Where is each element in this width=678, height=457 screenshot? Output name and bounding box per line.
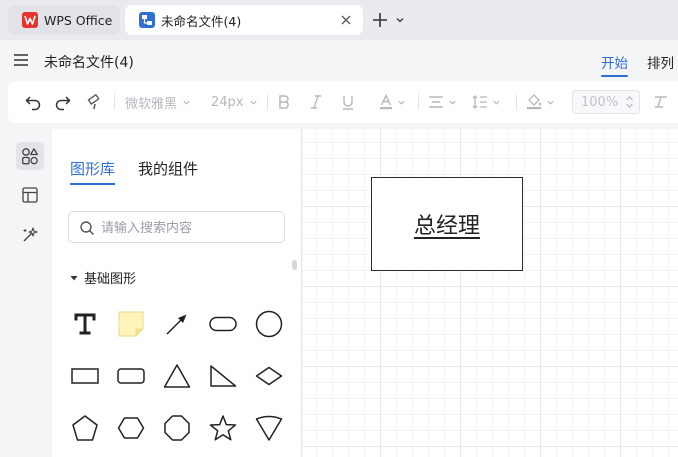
underline-icon[interactable] xyxy=(341,91,355,113)
tab-label: WPS Office xyxy=(44,12,113,28)
shapes-icon xyxy=(22,148,38,165)
search-box xyxy=(68,211,285,243)
shape-hexagon[interactable] xyxy=(113,410,149,446)
tab-my-components[interactable]: 我的组件 xyxy=(138,158,198,179)
italic-icon[interactable] xyxy=(309,91,323,113)
font-color-button[interactable] xyxy=(379,91,406,113)
tab-bar: WPS Office 未命名文件(4) xyxy=(0,0,678,40)
shape-rounded-rect-small[interactable] xyxy=(113,358,149,394)
hexagon-icon xyxy=(117,417,145,439)
chevron-down-icon xyxy=(493,100,500,105)
menu-bar: 未命名文件(4) 开始 排列 xyxy=(0,40,678,80)
tab-document[interactable]: 未命名文件(4) xyxy=(125,5,363,35)
chevron-down-icon xyxy=(398,100,405,105)
document-title[interactable]: 未命名文件(4) xyxy=(44,52,134,72)
tab-wps-office[interactable]: WPS Office xyxy=(8,5,120,35)
right-triangle-icon xyxy=(210,365,237,387)
align-button[interactable] xyxy=(428,91,457,113)
fill-color-button[interactable] xyxy=(526,91,555,113)
stepper-icon[interactable] xyxy=(625,94,634,110)
rounded-rect-icon xyxy=(209,316,237,332)
shapes-library-button[interactable] xyxy=(16,142,44,170)
chevron-down-icon xyxy=(183,100,190,105)
close-icon[interactable] xyxy=(339,13,353,27)
zoom-input[interactable]: 100% xyxy=(572,90,640,114)
shape-circle[interactable] xyxy=(251,306,287,342)
shape-rectangle[interactable] xyxy=(67,358,103,394)
pentagon-icon xyxy=(72,415,98,441)
toolbar-divider xyxy=(114,94,115,110)
line-spacing-icon xyxy=(472,95,487,109)
shape-triangle[interactable] xyxy=(159,358,195,394)
diagram-canvas[interactable]: 总经理 xyxy=(303,129,678,457)
org-node-general-manager[interactable]: 总经理 xyxy=(371,177,523,271)
scrollbar-thumb[interactable] xyxy=(292,260,297,270)
shape-pentagon[interactable] xyxy=(67,410,103,446)
wps-logo-icon xyxy=(22,12,38,28)
rectangle-icon xyxy=(71,368,99,384)
font-size-select[interactable]: 24px xyxy=(211,91,258,113)
search-input[interactable] xyxy=(101,218,276,238)
ai-magic-button[interactable] xyxy=(16,221,44,249)
arrow-shape-icon xyxy=(166,314,187,335)
shape-note[interactable] xyxy=(113,306,149,342)
shape-library-panel: 图形库 我的组件 基础图形 xyxy=(52,129,302,457)
format-painter-icon[interactable] xyxy=(87,91,105,113)
toolbar-divider xyxy=(267,94,268,110)
font-family-select[interactable]: 微软雅黑 xyxy=(125,91,191,113)
search-icon xyxy=(79,220,95,236)
template-layout-icon xyxy=(22,187,38,203)
funnel-icon xyxy=(255,415,283,441)
chevron-down-icon xyxy=(547,100,554,105)
left-rail xyxy=(8,129,52,457)
new-tab-plus-icon[interactable] xyxy=(371,11,389,29)
templates-button[interactable] xyxy=(16,181,44,209)
shape-right-triangle[interactable] xyxy=(205,358,241,394)
magic-wand-icon xyxy=(23,227,38,242)
undo-icon[interactable] xyxy=(24,91,42,113)
chevron-down-icon xyxy=(249,100,257,105)
circle-icon xyxy=(255,310,283,338)
chevron-down-icon xyxy=(449,100,456,105)
section-basic-shapes[interactable]: 基础图形 xyxy=(70,268,136,287)
shape-text[interactable] xyxy=(67,306,103,342)
shape-funnel[interactable] xyxy=(251,410,287,446)
rounded-corner-rect-icon xyxy=(117,368,145,384)
node-label[interactable]: 总经理 xyxy=(414,208,480,240)
shape-diamond[interactable] xyxy=(251,358,287,394)
star-icon xyxy=(209,415,237,441)
section-title: 基础图形 xyxy=(84,272,137,287)
menu-icon[interactable] xyxy=(14,54,28,66)
octagon-icon xyxy=(164,415,190,441)
tab-shape-library[interactable]: 图形库 xyxy=(70,158,116,185)
shape-star[interactable] xyxy=(205,410,241,446)
toolbar-divider xyxy=(418,94,419,110)
menu-tab-arrange[interactable]: 排列 xyxy=(647,52,674,72)
shape-octagon[interactable] xyxy=(159,410,195,446)
toolbar: 微软雅黑 24px 100% xyxy=(8,81,678,123)
font-color-icon xyxy=(380,94,392,110)
toolbar-divider xyxy=(516,94,517,110)
align-center-icon xyxy=(429,96,443,108)
redo-icon[interactable] xyxy=(54,91,72,113)
tab-label: 未命名文件(4) xyxy=(161,13,242,29)
sticky-note-icon xyxy=(118,311,144,337)
shape-arrow[interactable] xyxy=(159,306,195,342)
diagram-file-icon xyxy=(139,12,155,28)
triangle-icon xyxy=(163,364,191,388)
text-shape-icon xyxy=(74,313,96,335)
fill-bucket-icon xyxy=(527,94,542,110)
chevron-down-icon[interactable] xyxy=(395,14,405,24)
shape-rounded-rectangle[interactable] xyxy=(205,306,241,342)
menu-tab-start[interactable]: 开始 xyxy=(601,52,628,77)
caret-down-icon xyxy=(70,275,78,280)
bold-icon[interactable] xyxy=(277,91,291,113)
clear-format-icon[interactable] xyxy=(653,91,669,113)
line-spacing-button[interactable] xyxy=(472,91,501,113)
diamond-icon xyxy=(255,366,283,386)
